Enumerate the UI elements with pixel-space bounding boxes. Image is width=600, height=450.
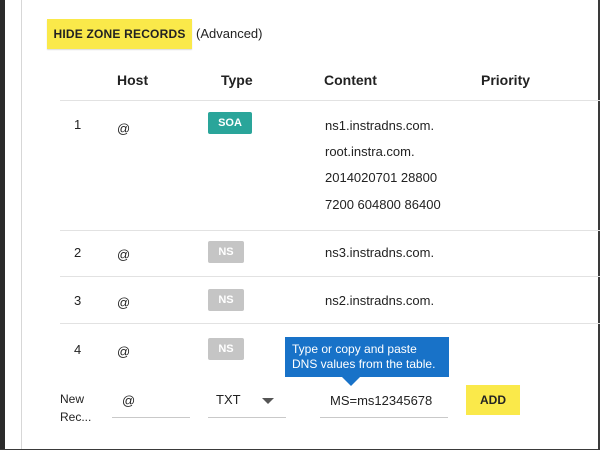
row-index: 2 xyxy=(74,245,82,260)
row-content-line: 2014020701 28800 xyxy=(325,170,438,185)
row-index: 1 xyxy=(74,117,82,132)
row-divider xyxy=(60,276,600,277)
row-content-line: 7200 604800 86400 xyxy=(325,197,441,212)
column-header-type: Type xyxy=(221,72,253,88)
panel-border-left xyxy=(21,0,22,450)
new-record-label-line: New xyxy=(60,392,85,406)
row-content-line: root.instra.com. xyxy=(325,144,415,159)
new-record-host-input[interactable] xyxy=(112,384,190,418)
row-host: @ xyxy=(117,344,131,359)
add-record-button[interactable]: ADD xyxy=(466,385,520,415)
tooltip: Type or copy and paste DNS values from t… xyxy=(285,337,449,377)
column-header-priority: Priority xyxy=(481,72,531,88)
chevron-down-icon xyxy=(262,398,274,404)
row-host: @ xyxy=(117,121,131,136)
row-divider xyxy=(60,323,600,324)
row-index: 4 xyxy=(74,342,82,357)
row-content-line: ns1.instradns.com. xyxy=(325,118,435,133)
row-host: @ xyxy=(117,295,131,310)
tooltip-text: Type or copy and paste DNS values from t… xyxy=(292,342,436,371)
row-index: 3 xyxy=(74,293,82,308)
window-edge-left xyxy=(0,0,5,450)
column-header-host: Host xyxy=(117,72,149,88)
type-badge-ns: NS xyxy=(208,338,244,360)
new-record-label: New Rec... xyxy=(60,390,91,426)
row-content-line: ns2.instradns.com. xyxy=(325,293,435,308)
new-record-label-line: Rec... xyxy=(60,410,92,424)
row-content-line: ns3.instradns.com. xyxy=(325,245,435,260)
row-divider xyxy=(60,230,600,231)
row-host: @ xyxy=(117,247,131,262)
type-badge-ns: NS xyxy=(208,289,244,311)
header-divider xyxy=(60,100,600,101)
column-header-content: Content xyxy=(324,72,377,88)
new-record-type-select[interactable]: TXT xyxy=(208,384,286,418)
new-record-content-input[interactable] xyxy=(320,384,448,418)
type-badge-ns: NS xyxy=(208,241,244,263)
tooltip-arrow xyxy=(342,377,360,386)
type-badge-soa: SOA xyxy=(208,112,252,134)
type-select-value: TXT xyxy=(216,392,241,407)
hide-zone-records-button[interactable]: HIDE ZONE RECORDS xyxy=(47,19,192,49)
advanced-label: (Advanced) xyxy=(196,26,263,41)
